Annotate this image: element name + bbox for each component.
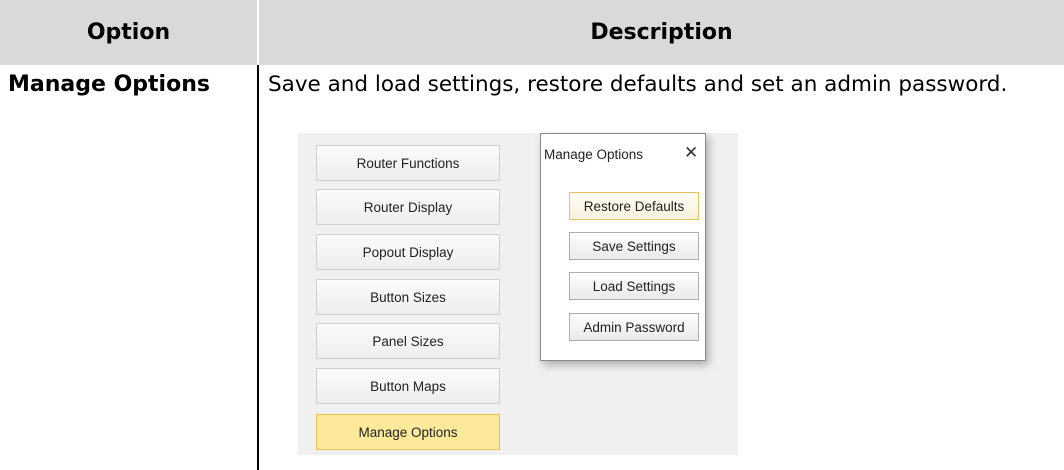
- menu-button-popout-display[interactable]: Popout Display: [316, 234, 500, 270]
- admin-password-button[interactable]: Admin Password: [569, 313, 699, 341]
- column-header-description: Description: [259, 0, 1064, 65]
- menu-button-router-functions[interactable]: Router Functions: [316, 145, 500, 181]
- menu-button-manage-options[interactable]: Manage Options: [316, 414, 500, 450]
- save-settings-button[interactable]: Save Settings: [569, 232, 699, 260]
- dialog-title: Manage Options: [544, 147, 644, 162]
- menu-button-router-display[interactable]: Router Display: [316, 189, 500, 225]
- menu-button-button-maps[interactable]: Button Maps: [316, 368, 500, 404]
- restore-defaults-button[interactable]: Restore Defaults: [569, 192, 699, 220]
- manage-options-dialog: Manage Options ✕ Restore Defaults Save S…: [540, 133, 706, 361]
- column-divider: [257, 65, 259, 470]
- description-cell: Save and load settings, restore defaults…: [268, 72, 1008, 97]
- close-icon[interactable]: ✕: [684, 144, 698, 161]
- menu-button-button-sizes[interactable]: Button Sizes: [316, 279, 500, 315]
- menu-button-panel-sizes[interactable]: Panel Sizes: [316, 323, 500, 359]
- option-cell: Manage Options: [8, 72, 210, 97]
- embedded-screenshot: Router Functions Router Display Popout D…: [298, 133, 738, 455]
- column-header-option: Option: [0, 0, 257, 65]
- load-settings-button[interactable]: Load Settings: [569, 272, 699, 300]
